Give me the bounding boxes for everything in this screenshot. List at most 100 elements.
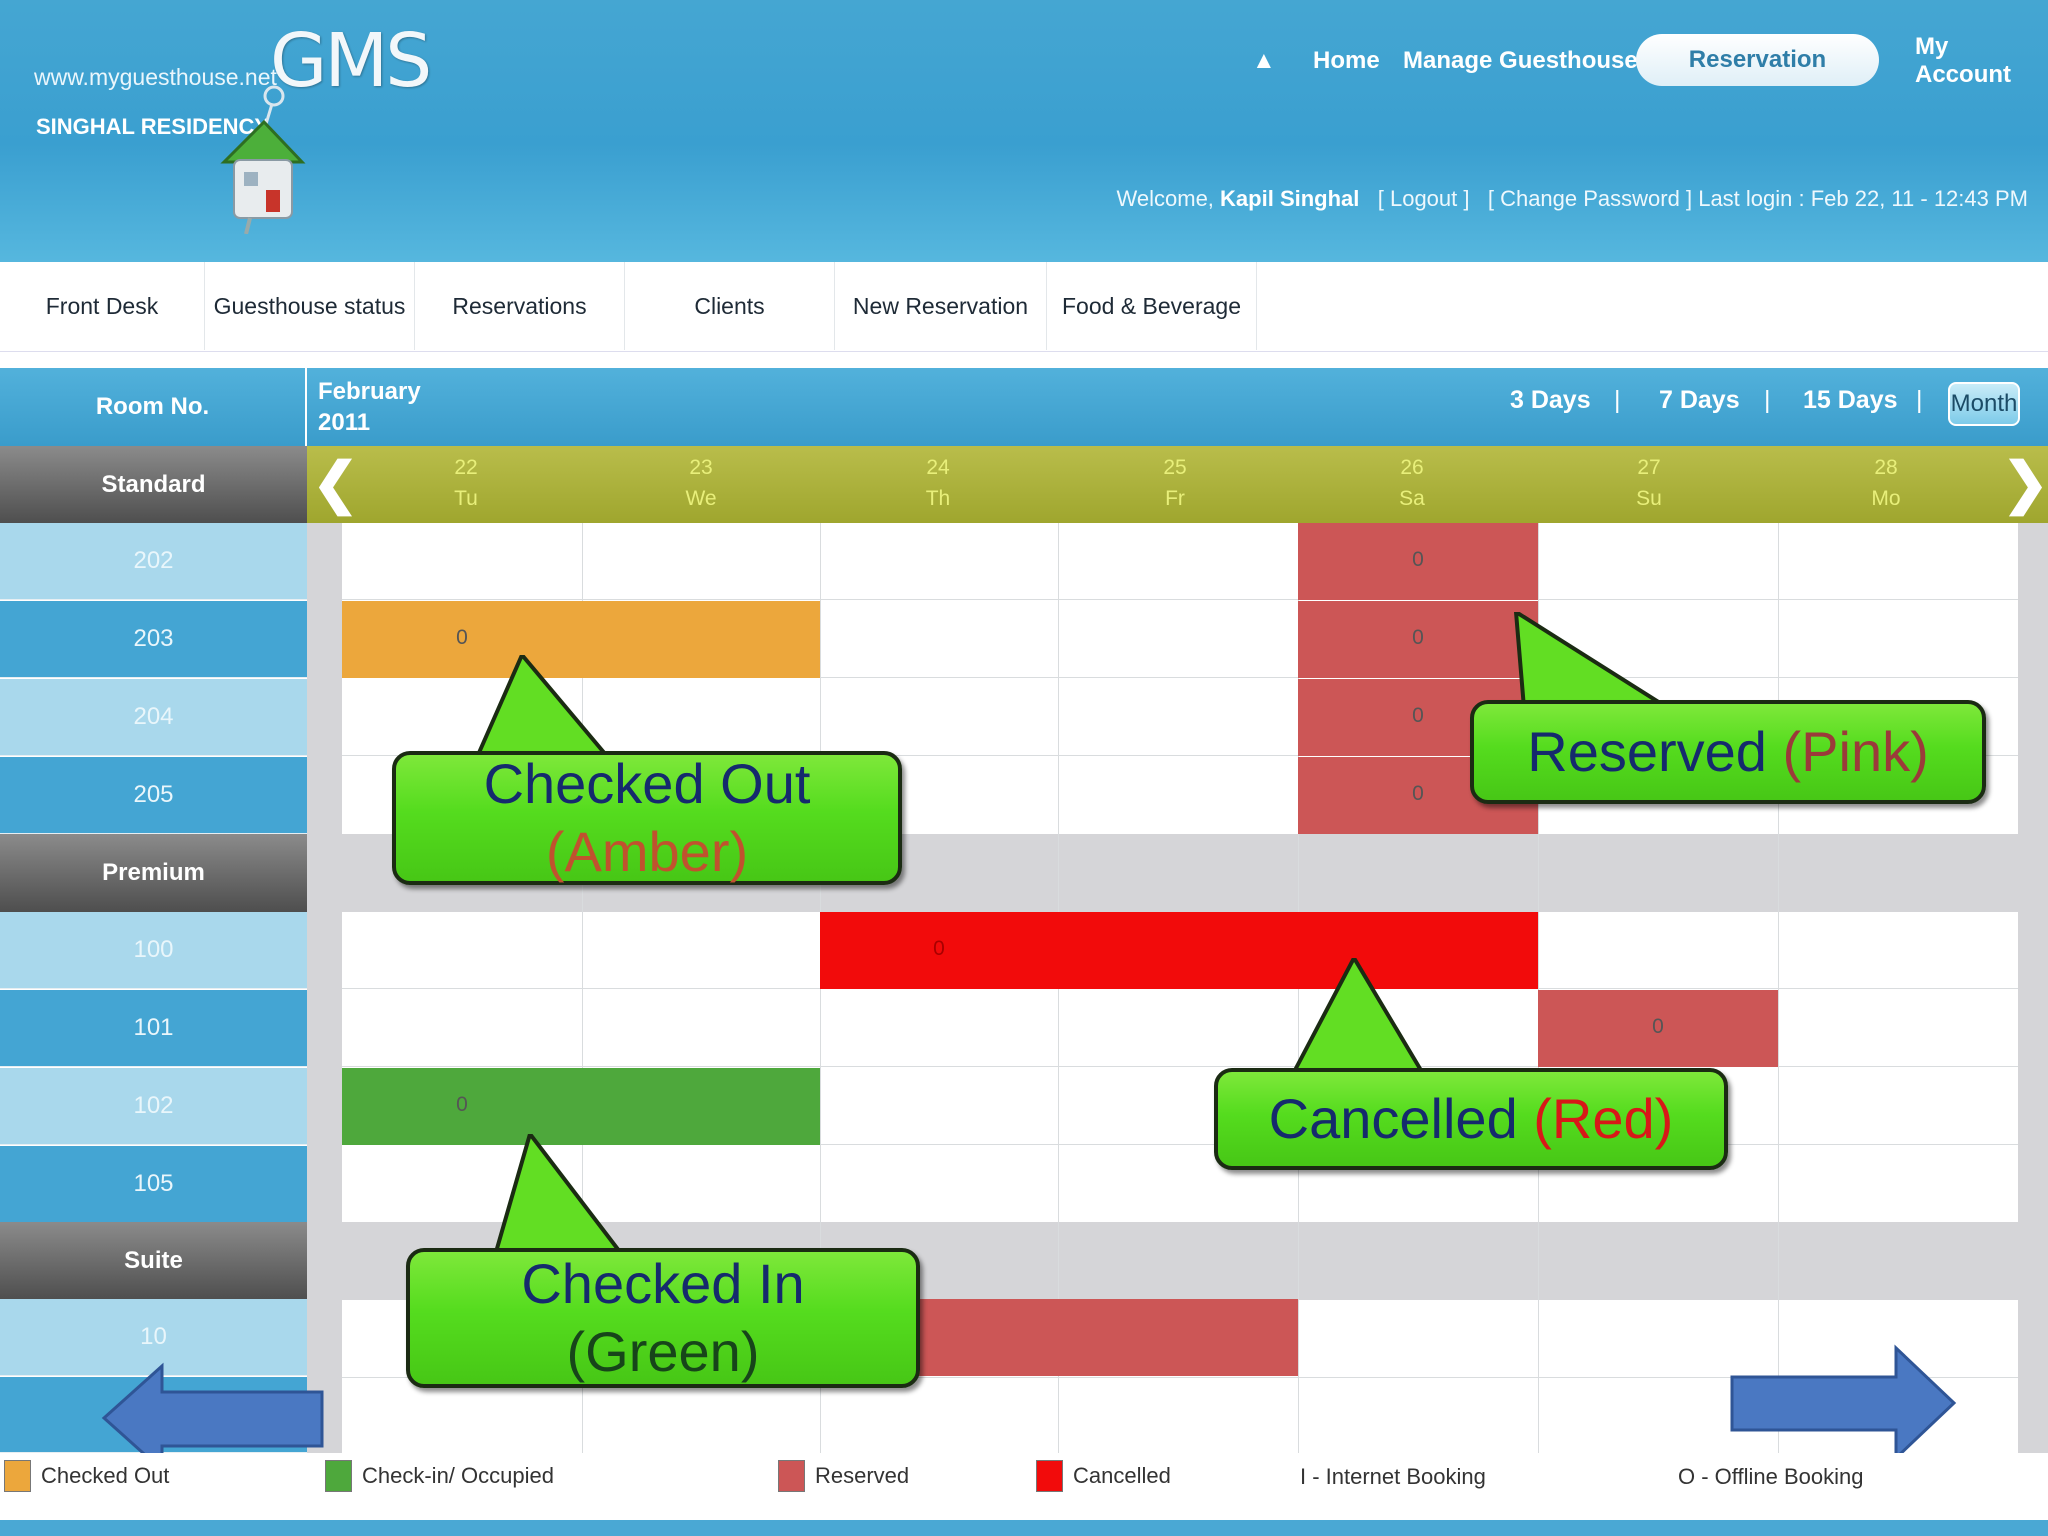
callout-title-line: Cancelled (Red) — [1269, 1085, 1674, 1153]
callout-box: Checked Out (Amber) — [392, 751, 902, 885]
calendar-header — [0, 368, 2048, 446]
callout-checked-out: Checked Out (Amber) — [390, 655, 910, 935]
logout-link[interactable]: [ Logout ] — [1378, 186, 1470, 211]
nav-home[interactable]: Home — [1313, 36, 1380, 86]
room-group-suite: Suite — [0, 1222, 307, 1300]
day-date: 22 — [454, 456, 478, 479]
day-header[interactable]: 28 Mo — [1836, 452, 1936, 514]
callout-title: Reserved — [1527, 720, 1767, 783]
callout-title: Cancelled — [1268, 1087, 1518, 1150]
room-no-header: Room No. — [0, 368, 307, 446]
month-view-button[interactable]: Month — [1948, 382, 2020, 426]
legend-checkin: Check-in/ Occupied — [325, 1460, 554, 1492]
day-header[interactable]: 26 Sa — [1362, 452, 1462, 514]
legend-label: Checked Out — [41, 1463, 170, 1488]
legend-swatch — [778, 1460, 805, 1492]
callout-title-line: Reserved (Pink) — [1527, 718, 1928, 786]
day-date: 23 — [689, 456, 713, 479]
menu-guesthouse-status[interactable]: Guesthouse status — [205, 262, 415, 350]
callout-color: (Amber) — [545, 820, 749, 883]
welcome-text: Welcome, — [1116, 186, 1214, 211]
day-date: 28 — [1874, 456, 1898, 479]
callout-title: Checked In — [521, 1252, 805, 1315]
room-101[interactable]: 101 — [0, 990, 307, 1067]
change-password-link[interactable]: [ Change Password ] — [1488, 186, 1692, 211]
range-separator: | — [1916, 386, 1923, 414]
grid-line — [342, 599, 2018, 600]
chevron-left-icon[interactable]: ❮ — [312, 455, 359, 511]
day-header[interactable]: 22 Tu — [416, 452, 516, 514]
legend-label: Cancelled — [1073, 1463, 1171, 1488]
day-header[interactable]: 24 Th — [888, 452, 988, 514]
day-date: 25 — [1163, 456, 1187, 479]
day-of-week: Th — [925, 487, 951, 510]
legend-reserved: Reserved — [778, 1460, 909, 1492]
day-of-week: We — [685, 487, 717, 510]
menu-food-beverage[interactable]: Food & Beverage — [1047, 262, 1257, 350]
nav-manage-guesthouse[interactable]: Manage Guesthouse — [1403, 36, 1638, 86]
arrow-right-icon[interactable] — [1728, 1344, 1958, 1462]
offline-booking-mark: 0 — [1412, 548, 1424, 571]
last-login: Last login : Feb 22, 11 - 12:43 PM — [1698, 186, 2028, 211]
room-202[interactable]: 202 — [0, 523, 307, 600]
app-window: www.myguesthouse.net GMS SINGHAL RESIDEN… — [0, 0, 2048, 1536]
range-7-days[interactable]: 7 Days — [1659, 386, 1740, 415]
day-of-week: Tu — [454, 487, 478, 510]
callout-cancelled: Cancelled (Red) — [1212, 958, 1732, 1178]
house-key-icon — [220, 85, 306, 234]
app-header: www.myguesthouse.net GMS SINGHAL RESIDEN… — [0, 0, 2048, 262]
range-15-days[interactable]: 15 Days — [1803, 386, 1898, 415]
offline-booking-mark: 0 — [933, 937, 945, 960]
menu-clients[interactable]: Clients — [625, 262, 835, 350]
day-date: 26 — [1400, 456, 1424, 479]
room-group-premium: Premium — [0, 834, 307, 912]
callout-title: Checked Out — [483, 752, 811, 815]
day-of-week: Fr — [1165, 487, 1185, 510]
offline-booking-mark: 0 — [456, 626, 468, 649]
callout-reserved: Reserved (Pink) — [1468, 612, 1988, 812]
legend-label: I - Internet Booking — [1300, 1464, 1486, 1489]
range-separator: | — [1614, 386, 1621, 414]
offline-booking-mark: 0 — [456, 1093, 468, 1116]
room-102[interactable]: 102 — [0, 1068, 307, 1145]
room-203[interactable]: 203 — [0, 601, 307, 678]
offline-booking-mark: 0 — [1412, 626, 1424, 649]
day-of-week: Su — [1636, 487, 1662, 510]
range-separator: | — [1764, 386, 1771, 414]
callout-box: Reserved (Pink) — [1470, 700, 1986, 804]
month-label: February 2011 — [318, 376, 421, 438]
callout-color: (Green) — [566, 1320, 760, 1383]
room-205[interactable]: 205 — [0, 757, 307, 834]
room-100[interactable]: 100 — [0, 912, 307, 989]
legend-checked-out: Checked Out — [4, 1460, 169, 1492]
grid-right-gutter — [2018, 523, 2048, 1453]
day-date: 24 — [926, 456, 950, 479]
main-menu: Front Desk Guesthouse status Reservation… — [0, 262, 2048, 352]
callout-color: (Pink) — [1782, 720, 1929, 783]
legend-swatch — [1036, 1460, 1063, 1492]
callout-color: (Red) — [1533, 1087, 1674, 1150]
legend-internet-booking: I - Internet Booking — [1300, 1464, 1486, 1490]
room-group-standard: Standard — [0, 446, 307, 524]
menu-reservations[interactable]: Reservations — [415, 262, 625, 350]
callout-box: Checked In (Green) — [406, 1248, 920, 1388]
room-105[interactable]: 105 — [0, 1146, 307, 1223]
legend-label: Reserved — [815, 1463, 910, 1488]
footer-strip — [0, 1520, 2048, 1536]
menu-front-desk[interactable]: Front Desk — [0, 262, 205, 350]
legend-offline-booking: O - Offline Booking — [1678, 1464, 1863, 1490]
day-header[interactable]: 25 Fr — [1125, 452, 1225, 514]
user-name: Kapil Singhal — [1220, 186, 1360, 211]
legend-label: O - Offline Booking — [1678, 1464, 1864, 1489]
menu-new-reservation[interactable]: New Reservation — [835, 262, 1047, 350]
nav-reservation[interactable]: Reservation — [1636, 34, 1879, 86]
nav-my-account[interactable]: My Account — [1915, 33, 2048, 88]
range-3-days[interactable]: 3 Days — [1510, 386, 1591, 415]
legend-swatch — [4, 1460, 31, 1492]
room-204[interactable]: 204 — [0, 679, 307, 756]
day-header[interactable]: 27 Su — [1599, 452, 1699, 514]
chevron-right-icon[interactable]: ❯ — [2002, 455, 2048, 511]
scroll-up-icon[interactable]: ▲ — [1252, 36, 1276, 86]
grid-left-gutter — [307, 523, 342, 1453]
day-header[interactable]: 23 We — [651, 452, 751, 514]
